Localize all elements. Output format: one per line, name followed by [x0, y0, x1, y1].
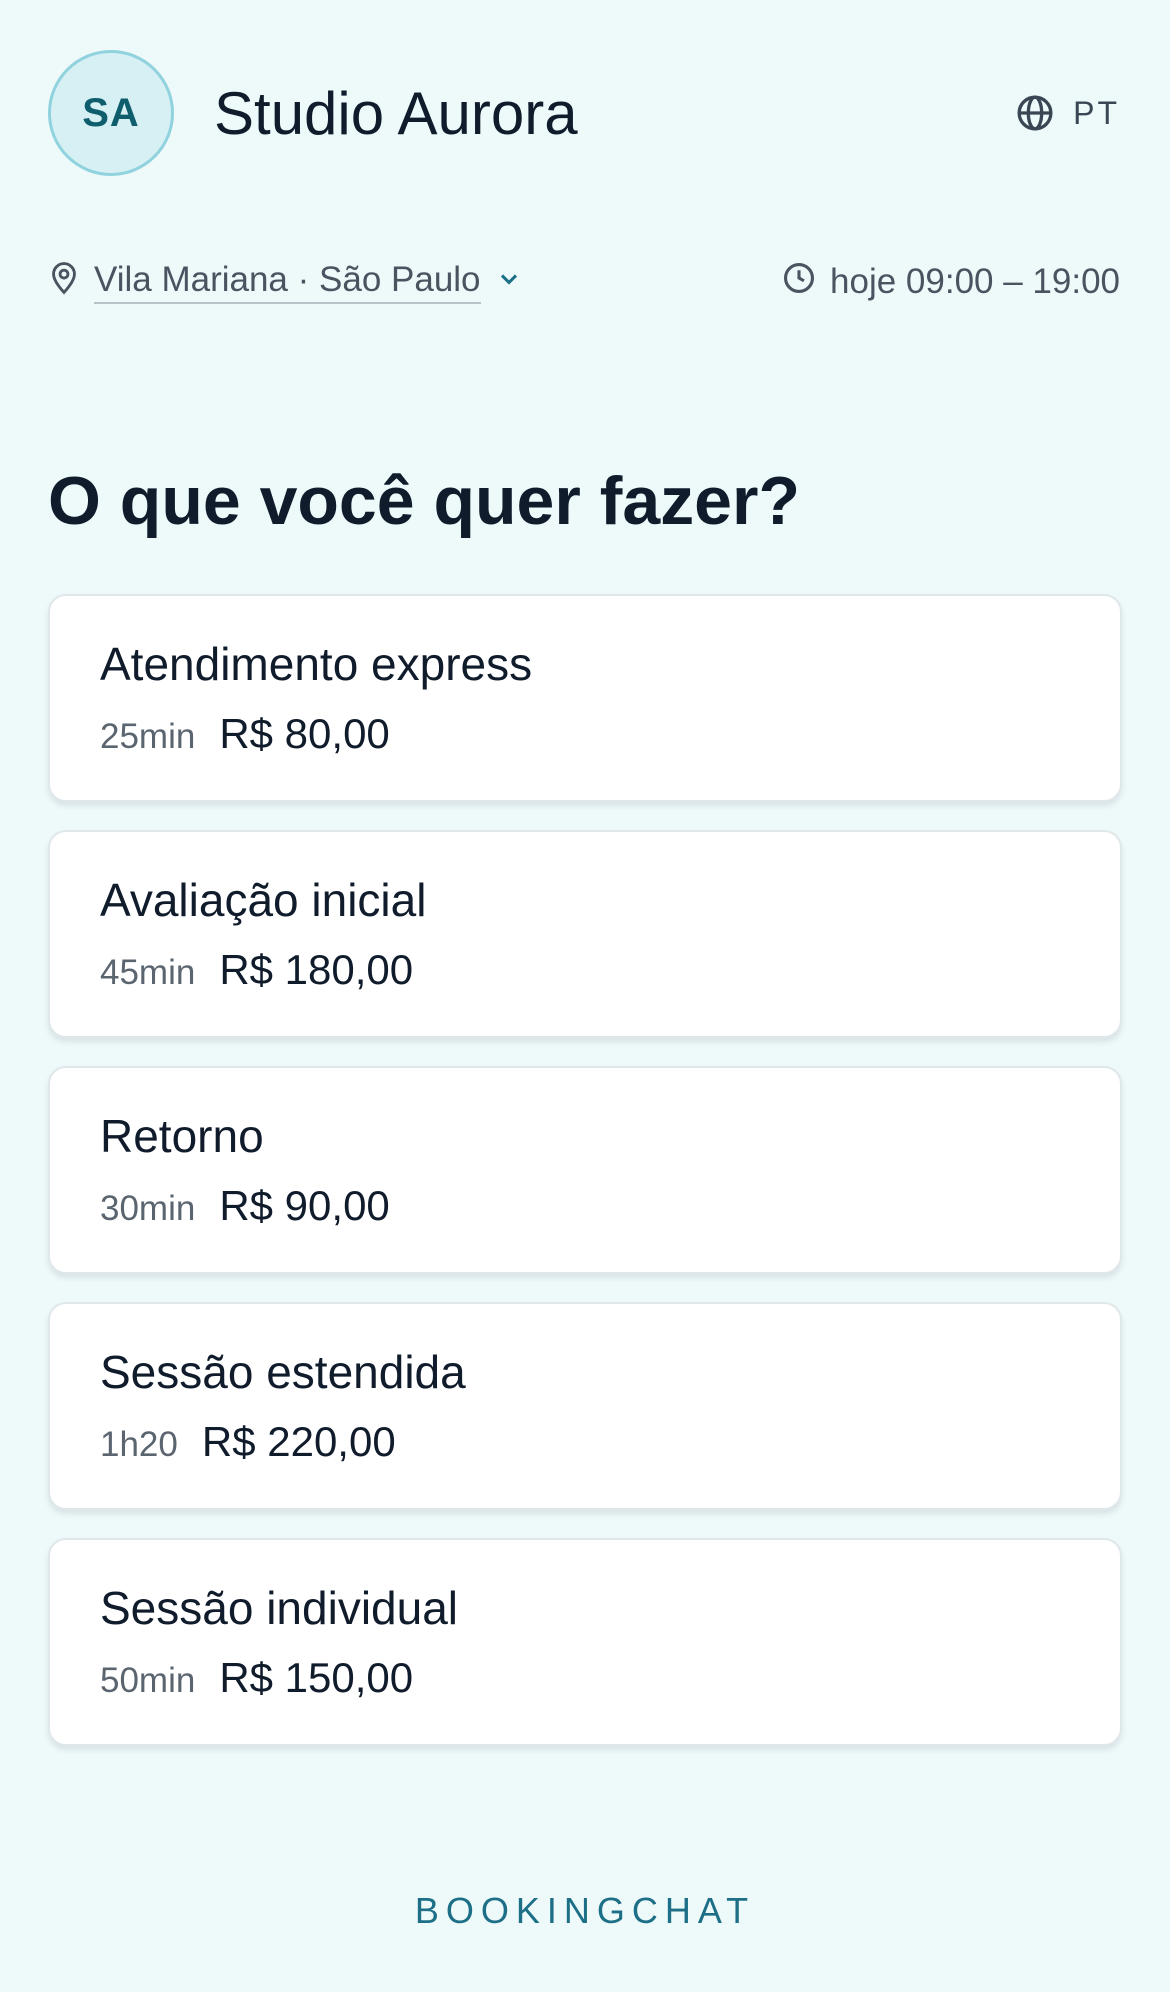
service-duration: 30min — [100, 1189, 196, 1228]
service-price: R$ 180,00 — [219, 946, 414, 993]
info-bar: Vila Mariana · São Paulo hoje 09:00 – 19… — [48, 258, 1120, 306]
location-selector[interactable]: Vila Mariana · São Paulo — [48, 260, 523, 304]
chevron-down-icon — [495, 262, 523, 302]
service-card[interactable]: Atendimento express 25min R$ 80,00 — [48, 594, 1122, 802]
service-price: R$ 220,00 — [201, 1418, 396, 1465]
service-list: Atendimento express 25min R$ 80,00 Avali… — [48, 594, 1122, 1774]
service-name: Atendimento express — [100, 638, 533, 690]
service-name: Avaliação inicial — [100, 874, 427, 926]
service-price: R$ 90,00 — [219, 1182, 390, 1229]
opening-hours: hoje 09:00 – 19:00 — [782, 261, 1120, 304]
service-details: 30min R$ 90,00 — [100, 1182, 1070, 1230]
footer-brand: BOOKINGCHAT — [414, 1890, 756, 1931]
globe-icon — [1015, 93, 1055, 133]
service-duration: 1h20 — [100, 1425, 178, 1464]
avatar-initials: SA — [82, 90, 140, 135]
service-duration: 50min — [100, 1661, 196, 1700]
service-details: 1h20 R$ 220,00 — [100, 1418, 1070, 1466]
service-details: 25min R$ 80,00 — [100, 710, 1070, 758]
service-duration: 25min — [100, 717, 196, 756]
service-card[interactable]: Sessão individual 50min R$ 150,00 — [48, 1538, 1122, 1746]
service-price: R$ 150,00 — [219, 1654, 414, 1701]
service-card[interactable]: Avaliação inicial 45min R$ 180,00 — [48, 830, 1122, 1038]
service-price: R$ 80,00 — [219, 710, 390, 757]
hours-label: hoje 09:00 – 19:00 — [830, 262, 1120, 301]
service-details: 45min R$ 180,00 — [100, 946, 1070, 994]
service-duration: 45min — [100, 953, 196, 992]
clock-icon — [782, 261, 816, 304]
language-selector[interactable]: PT — [1015, 93, 1120, 133]
service-card[interactable]: Retorno 30min R$ 90,00 — [48, 1066, 1122, 1274]
studio-name: Studio Aurora — [214, 79, 578, 147]
service-name: Retorno — [100, 1110, 264, 1162]
service-name: Sessão individual — [100, 1582, 459, 1634]
map-pin-icon — [48, 261, 80, 304]
avatar: SA — [48, 50, 174, 176]
service-details: 50min R$ 150,00 — [100, 1654, 1070, 1702]
location-label: Vila Mariana · São Paulo — [94, 260, 481, 304]
language-label: PT — [1073, 94, 1120, 131]
page-title: O que você quer fazer? — [48, 463, 800, 539]
header: SA Studio Aurora PT — [48, 48, 1120, 178]
service-card[interactable]: Sessão estendida 1h20 R$ 220,00 — [48, 1302, 1122, 1510]
service-name: Sessão estendida — [100, 1346, 466, 1398]
